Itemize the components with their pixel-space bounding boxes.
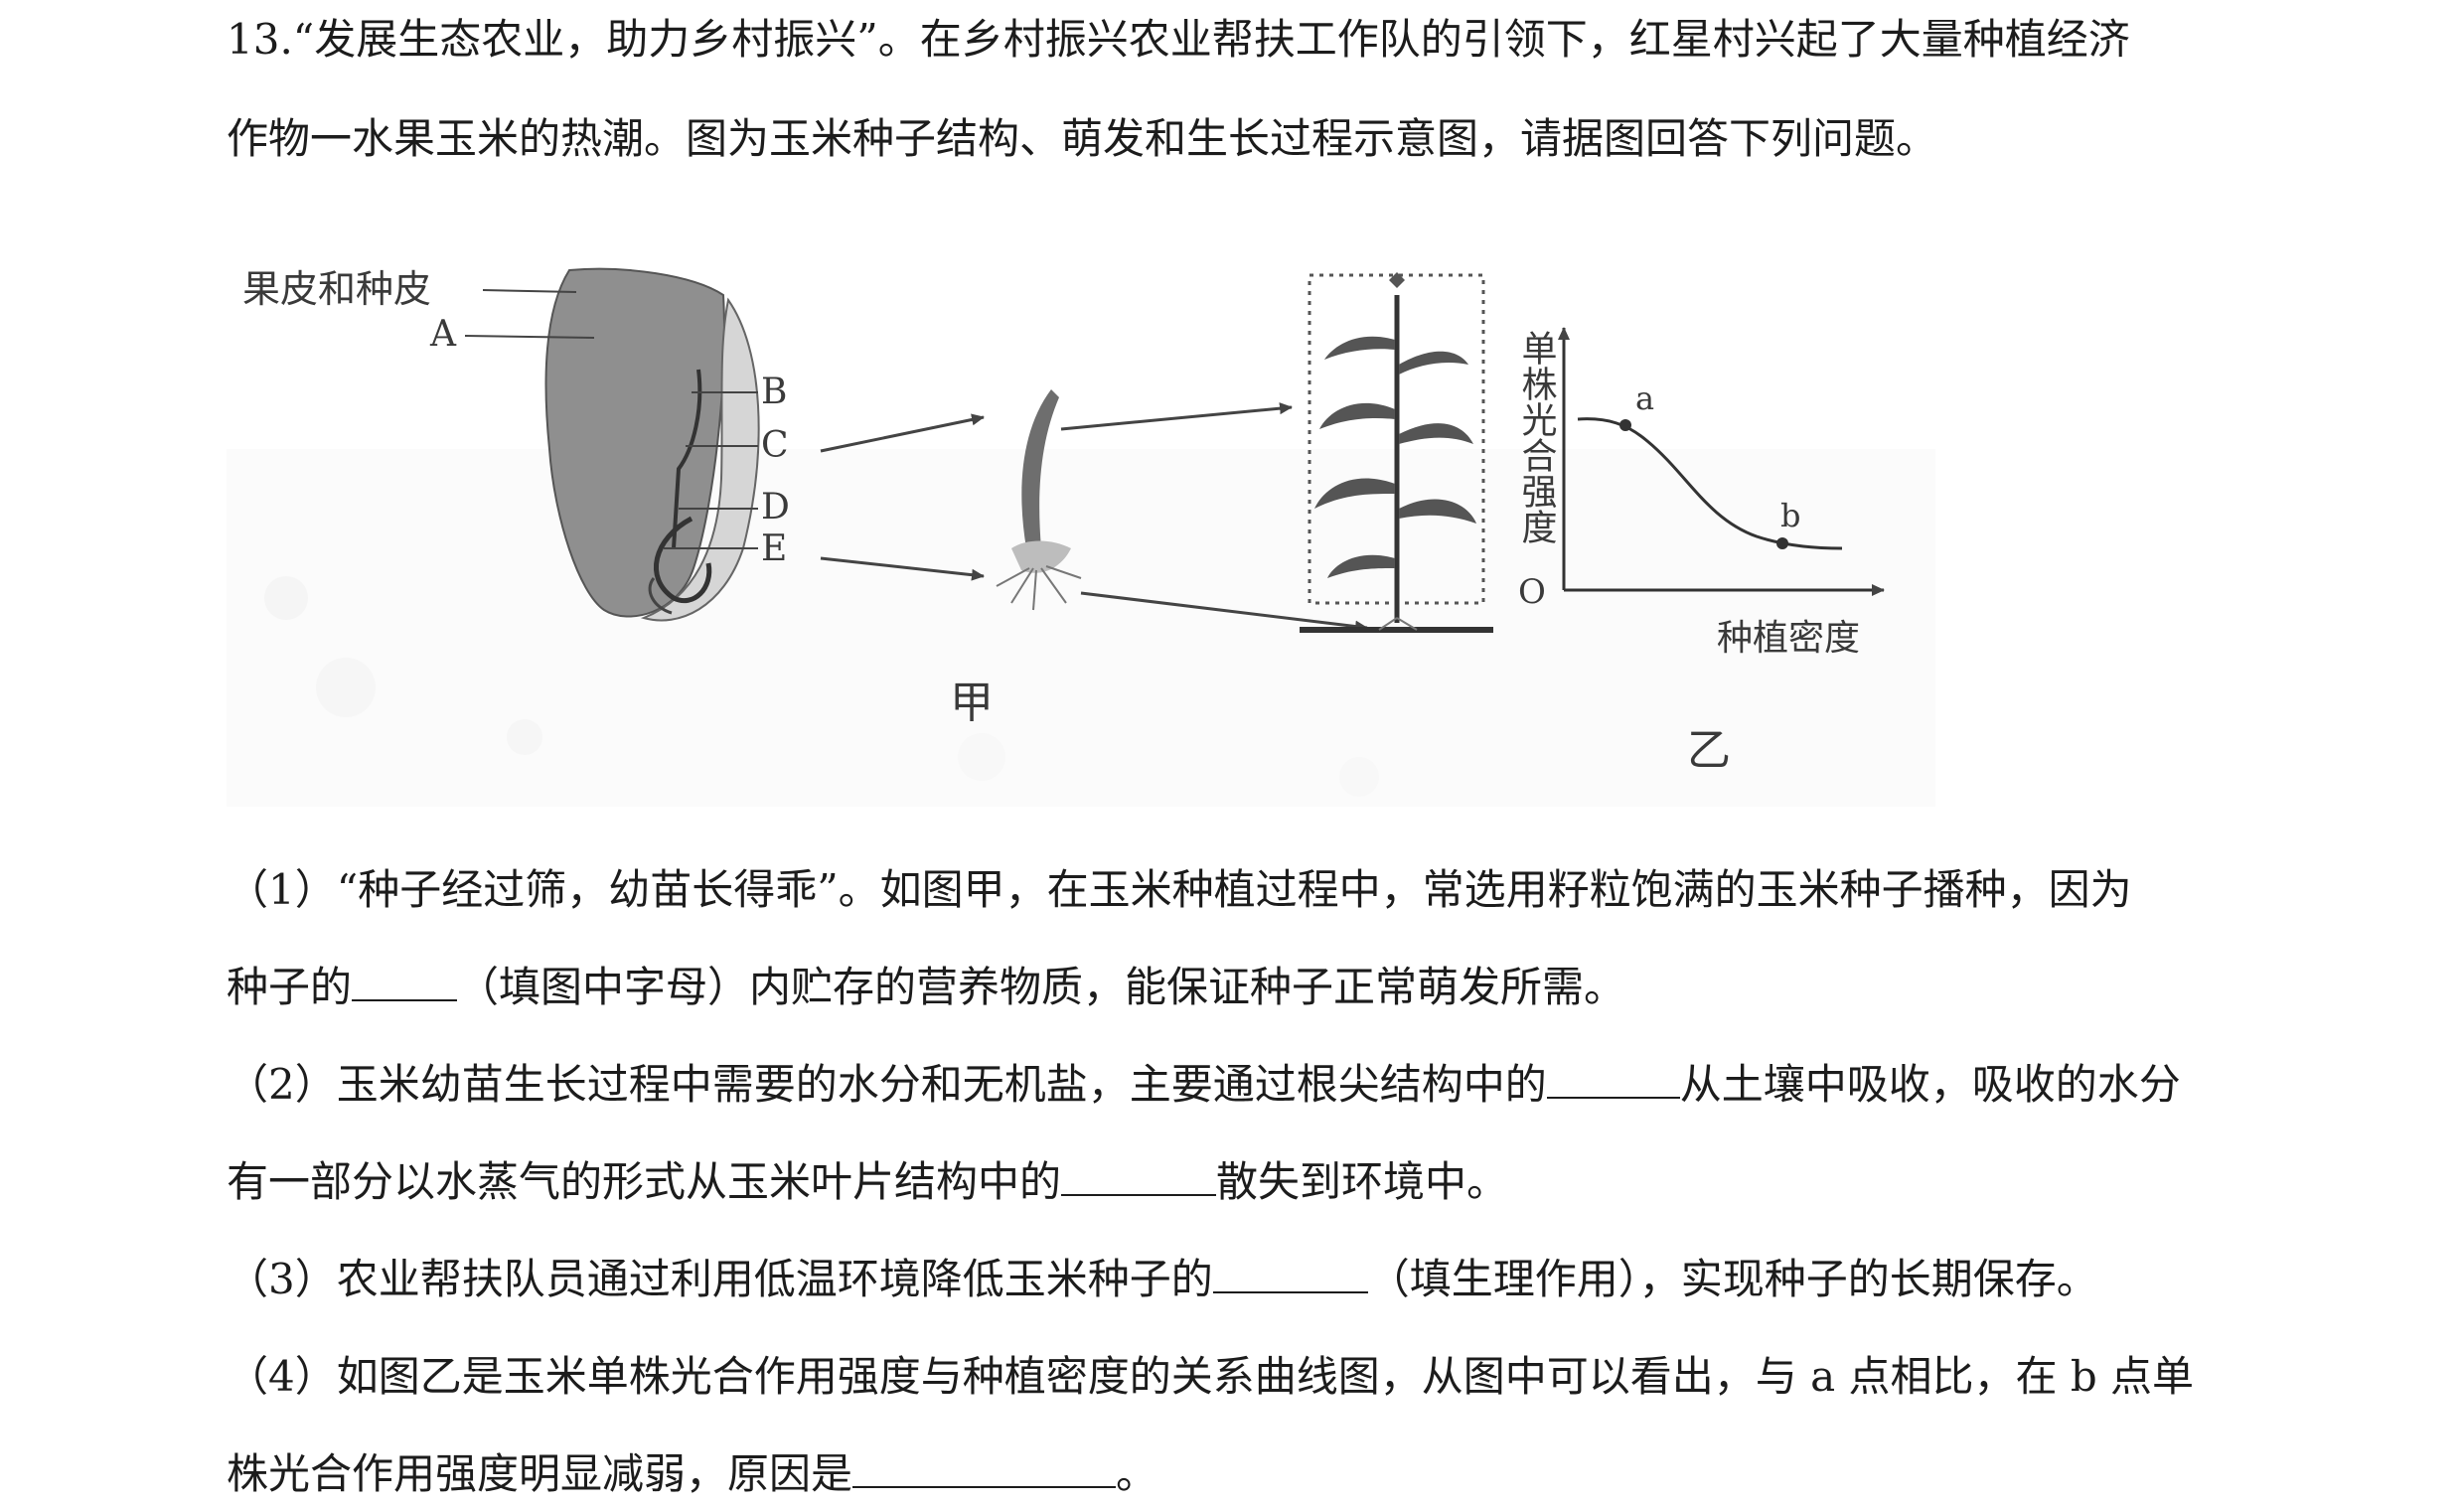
caption-yi: 乙: [1687, 725, 1731, 776]
answer-blank-2[interactable]: [1546, 1057, 1680, 1099]
answer-blank-3[interactable]: [1061, 1154, 1217, 1196]
question-stem-text: “发展生态农业，助力乡村振兴”。在乡村振兴农业帮扶工作队的引领下，红星村兴起了大…: [292, 15, 2130, 64]
corn-seed-diagram: [544, 267, 760, 622]
graph-xlabel: 种植密度: [1717, 618, 1860, 659]
point-a-label: a: [1635, 379, 1654, 417]
question-stem-line-2: 作物一水果玉米的热潮。图为玉米种子结构、萌发和生长过程示意图，请据图回答下列问题…: [227, 114, 1938, 163]
subquestion-4-line-2: 株光合作用强度明显减弱，原因是。: [227, 1446, 1157, 1502]
subquestion-1-line-1: （1）“种子经过筛，幼苗长得乖”。如图甲，在玉米种植过程中，常选用籽粒饱满的玉米…: [227, 865, 2132, 914]
label-E: E: [761, 528, 787, 569]
subquestion-4-line-1: （4）如图乙是玉米单株光合作用强度与种植密度的关系曲线图，从图中可以看出，与 a…: [227, 1352, 2195, 1401]
subquestion-1-line-2: 种子的 （填图中字母）内贮存的营养物质，能保证种子正常萌发所需。: [227, 960, 1625, 1015]
caption-jia: 甲: [950, 678, 994, 728]
subquestion-2-line-1: （2）玉米幼苗生长过程中需要的水分和无机盐，主要通过根尖结构中的 从土壤中吸收，吸…: [227, 1057, 2181, 1113]
label-B: B: [761, 372, 787, 412]
corn-seed-figure: 果皮和种皮 A B C D E 甲 O 单株光合强度 种植密度 a b 乙: [227, 267, 1935, 807]
answer-blank-1[interactable]: [352, 960, 458, 1001]
scan-background: [227, 449, 1935, 807]
graph-ylabel: 单株光合强度: [1516, 330, 1557, 544]
label-C: C: [761, 425, 789, 466]
point-a: [1619, 419, 1631, 431]
answer-blank-4[interactable]: [1212, 1252, 1368, 1293]
point-b-label: b: [1780, 497, 1800, 534]
subquestion-3: （3）农业帮扶队员通过利用低温环境降低玉米种子的 （填生理作用），实现种子的长期保…: [227, 1252, 2098, 1307]
point-b: [1776, 537, 1788, 549]
answer-blank-5[interactable]: [852, 1446, 1117, 1488]
subquestion-2-line-2: 有一部分以水蒸气的形式从玉米叶片结构中的 散失到环境中。: [227, 1154, 1508, 1210]
label-pericarp: 果皮和种皮: [242, 267, 431, 311]
graph-origin: O: [1518, 572, 1546, 612]
question-stem-line-1: 13.“发展生态农业，助力乡村振兴”。在乡村振兴农业帮扶工作队的引领下，红星村兴…: [227, 12, 2130, 68]
label-A: A: [429, 314, 457, 355]
question-number: 13.: [227, 15, 293, 64]
label-D: D: [761, 487, 790, 527]
